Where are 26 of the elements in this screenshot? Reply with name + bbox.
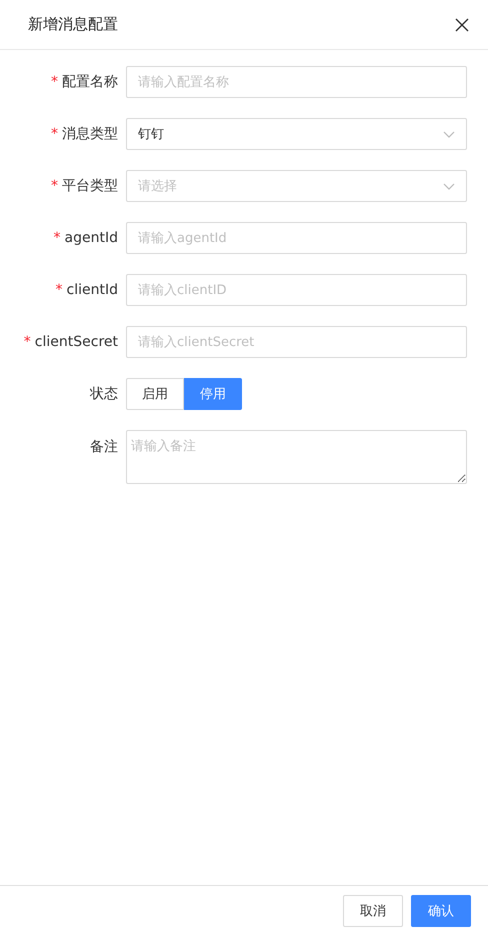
required-asterisk: * <box>51 126 58 142</box>
field-label: clientSecret <box>34 334 118 350</box>
text-field[interactable]: 请输入agentId <box>126 222 467 254</box>
required-asterisk: * <box>51 178 58 194</box>
chevron-down-icon <box>443 130 455 138</box>
chevron-down-icon <box>443 182 455 190</box>
cancel-button[interactable]: 取消 <box>343 894 403 926</box>
select-field[interactable]: 钉钉 <box>126 118 467 150</box>
dialog-title: 新增消息配置 <box>28 15 118 34</box>
required-asterisk: * <box>24 334 31 350</box>
textarea-field[interactable]: 请输入备注 <box>126 430 467 484</box>
radio-button[interactable]: 启用 <box>126 378 184 410</box>
text-field[interactable]: 请输入clientSecret <box>126 326 467 358</box>
field-label: 消息类型 <box>62 125 118 143</box>
required-asterisk: * <box>56 282 63 298</box>
text-field[interactable]: 请输入配置名称 <box>126 66 467 98</box>
field-label: 备注 <box>90 438 118 456</box>
required-asterisk: * <box>54 230 61 246</box>
required-asterisk: * <box>51 74 58 90</box>
field-label: clientId <box>66 282 118 298</box>
field-label: 配置名称 <box>62 73 118 91</box>
field-label: 状态 <box>90 385 118 403</box>
field-label: 平台类型 <box>62 177 118 195</box>
close-icon[interactable] <box>455 18 469 32</box>
text-field[interactable]: 请输入clientID <box>126 274 467 306</box>
field-label: agentId <box>64 230 118 246</box>
